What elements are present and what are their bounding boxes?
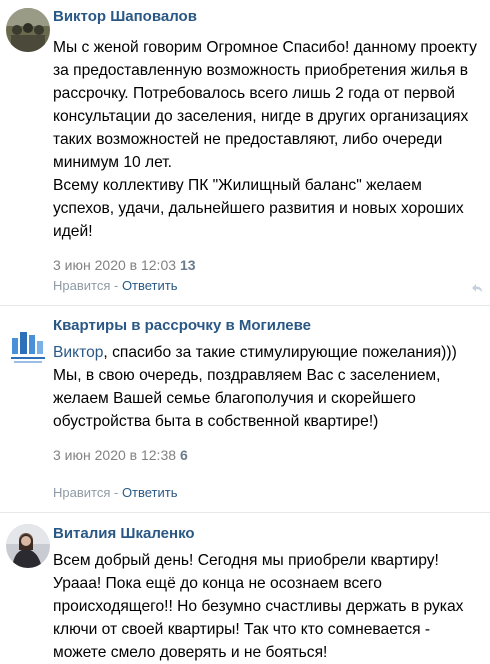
comment-paragraph-text: , спасибо за такие стимулирующие пожелан…	[53, 344, 457, 430]
actions-separator: -	[110, 278, 122, 293]
comment-paragraph: Всем добрый день! Сегодня мы приобрели к…	[53, 552, 464, 661]
mention-link[interactable]: Виктор	[53, 344, 103, 361]
comment-meta: 3 июн 2020 в 12:03 13	[53, 255, 484, 275]
avatar-vitalia[interactable]	[6, 524, 50, 568]
comment-date[interactable]: 3 июн 2020 в 12:03	[53, 257, 176, 273]
comment-date[interactable]: 3 июн 2020 в 12:38	[53, 447, 176, 463]
like-link[interactable]: Нравится	[53, 485, 110, 500]
comment-text: Виктор, спасибо за такие стимулирующие п…	[53, 341, 484, 433]
comment-text: Всем добрый день! Сегодня мы приобрели к…	[53, 549, 484, 664]
reply-arrow-icon[interactable]	[470, 280, 484, 294]
comment-3: Виталия Шкаленко Всем добрый день! Сегод…	[0, 513, 490, 661]
like-count: 13	[180, 257, 196, 273]
comment-paragraph: Мы с женой говорим Огромное Спасибо! дан…	[53, 39, 477, 171]
comment-author[interactable]: Виктор Шаповалов	[53, 7, 484, 27]
comment-actions: Нравится - Ответить	[53, 485, 178, 501]
comment-paragraph: Всему коллективу ПК "Жилищный баланс" же…	[53, 177, 464, 240]
comment-author[interactable]: Виталия Шкаленко	[53, 524, 484, 544]
comment-text: Мы с женой говорим Огромное Спасибо! дан…	[53, 36, 484, 243]
avatar-community[interactable]	[6, 324, 50, 368]
like-count: 6	[180, 447, 188, 463]
comment-1: Виктор Шаповалов Мы с женой говорим Огро…	[0, 0, 490, 306]
avatar-viktor[interactable]	[6, 8, 50, 52]
comment-actions: Нравится - Ответить	[53, 278, 178, 294]
comment-2: Квартиры в рассрочку в Могилеве Виктор, …	[0, 306, 490, 513]
like-link[interactable]: Нравится	[53, 278, 110, 293]
reply-link[interactable]: Ответить	[122, 485, 178, 500]
actions-separator: -	[110, 485, 122, 500]
building-logo-icon	[6, 324, 50, 368]
reply-link[interactable]: Ответить	[122, 278, 178, 293]
comment-meta: 3 июн 2020 в 12:38 6	[53, 445, 484, 465]
comment-paragraph: Виктор, спасибо за такие стимулирующие п…	[53, 341, 484, 433]
comment-author[interactable]: Квартиры в рассрочку в Могилеве	[53, 316, 484, 336]
